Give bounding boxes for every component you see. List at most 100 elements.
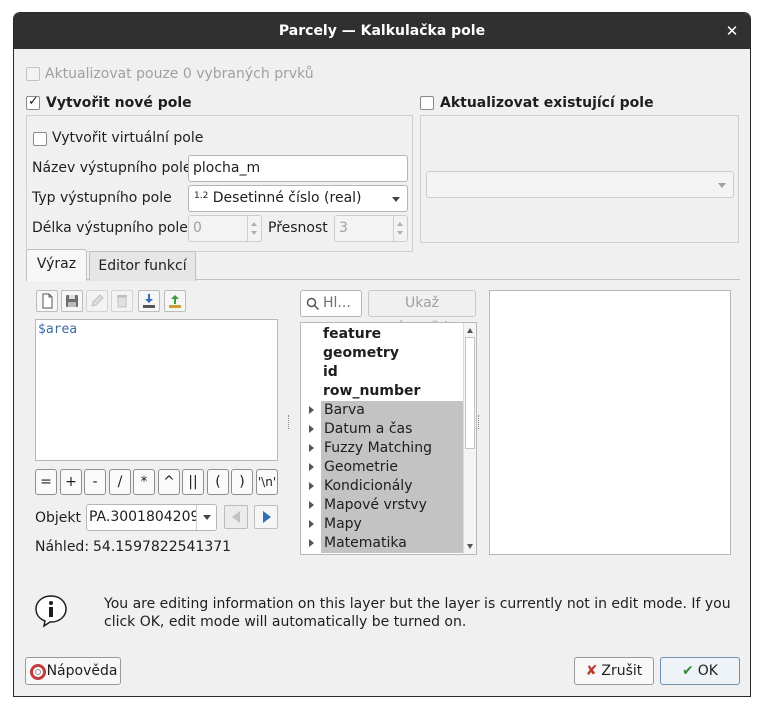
list-group-label: Geometrie bbox=[321, 458, 463, 477]
spin-up-icon bbox=[251, 222, 257, 226]
list-item-label: row_number bbox=[323, 383, 421, 399]
list-group[interactable]: Kondicionály bbox=[301, 477, 463, 496]
list-group-label: Mapové vrstvy bbox=[321, 496, 463, 515]
object-select[interactable]: PA.3001804209 bbox=[86, 504, 217, 531]
show-help-button[interactable]: Ukaž nápovědu bbox=[368, 290, 476, 336]
operator-multiply-button[interactable]: * bbox=[133, 469, 155, 495]
list-item-label: feature bbox=[323, 326, 382, 342]
import-button[interactable] bbox=[138, 290, 160, 312]
operator-open-paren-button[interactable]: ( bbox=[207, 469, 229, 495]
upload-icon bbox=[169, 295, 181, 308]
list-group[interactable]: Mapy bbox=[301, 515, 463, 534]
operator-power-button[interactable]: ^ bbox=[158, 469, 180, 495]
expression-editor[interactable]: $area bbox=[35, 319, 278, 461]
spin-down-icon bbox=[251, 231, 257, 235]
list-group-label: Kondicionály bbox=[321, 477, 463, 496]
expand-arrow-icon bbox=[309, 425, 314, 433]
operator-newline-button[interactable]: '\n' bbox=[256, 469, 278, 495]
operator-plus-button[interactable]: + bbox=[60, 469, 82, 495]
cancel-button[interactable]: ✘ Zrušit bbox=[574, 657, 654, 685]
new-file-button[interactable] bbox=[36, 290, 58, 312]
list-item[interactable]: feature bbox=[301, 325, 463, 344]
ok-button[interactable]: ✔ OK bbox=[660, 657, 740, 685]
list-group[interactable]: Geometrie bbox=[301, 458, 463, 477]
update-existing-field-checkbox[interactable] bbox=[420, 96, 434, 110]
ok-button-label: OK bbox=[697, 663, 718, 679]
splitter-handle[interactable] bbox=[478, 415, 481, 429]
precision-spinbox[interactable]: 3 bbox=[334, 215, 408, 242]
function-search-placeholder: Hl... bbox=[323, 295, 351, 311]
operator-concat-button[interactable]: || bbox=[182, 469, 204, 495]
save-button[interactable] bbox=[61, 290, 83, 312]
object-label: Objekt bbox=[35, 510, 82, 526]
next-feature-button[interactable] bbox=[254, 505, 278, 529]
spin-down-icon bbox=[397, 231, 403, 235]
close-icon[interactable]: ✕ bbox=[722, 13, 742, 49]
help-button[interactable]: Nápověda bbox=[25, 657, 121, 685]
function-help-panel bbox=[489, 290, 731, 555]
update-existing-field-label: Aktualizovat existující pole bbox=[440, 95, 654, 111]
list-group[interactable]: Mapové vrstvy bbox=[301, 496, 463, 515]
info-message: You are editing information on this laye… bbox=[104, 596, 731, 630]
chevron-down-icon bbox=[392, 197, 400, 202]
list-item[interactable]: geometry bbox=[301, 344, 463, 363]
download-icon bbox=[143, 294, 155, 308]
list-item-label: id bbox=[323, 364, 338, 380]
list-group-label: Barva bbox=[321, 401, 463, 420]
object-select-dropdown[interactable] bbox=[196, 505, 216, 530]
pencil-icon bbox=[91, 294, 104, 307]
length-spin-buttons[interactable] bbox=[247, 216, 261, 241]
precision-spin-buttons[interactable] bbox=[393, 216, 407, 241]
scroll-up-icon[interactable] bbox=[467, 328, 473, 333]
new-field-group: Vytvořit virtuální pole Název výstupního… bbox=[26, 115, 413, 252]
tab-expression[interactable]: Výraz bbox=[26, 249, 87, 281]
function-list[interactable]: feature geometry id row_number Barva Dat… bbox=[300, 322, 477, 555]
list-item[interactable]: id bbox=[301, 363, 463, 382]
list-group-label: Datum a čas bbox=[321, 420, 463, 439]
create-new-field-checkbox[interactable] bbox=[26, 94, 40, 110]
delete-button[interactable] bbox=[111, 290, 133, 312]
existing-field-select[interactable] bbox=[426, 171, 734, 198]
create-virtual-field-checkbox[interactable] bbox=[33, 132, 47, 146]
chevron-down-icon bbox=[203, 515, 211, 520]
output-field-length-spinbox[interactable]: 0 bbox=[188, 215, 262, 242]
expand-arrow-icon bbox=[309, 444, 314, 452]
real-type-icon: 1.2 bbox=[194, 191, 209, 201]
function-list-scrollbar[interactable] bbox=[463, 323, 476, 554]
output-field-type-value: Desetinné číslo (real) bbox=[212, 190, 362, 206]
expand-arrow-icon bbox=[309, 501, 314, 509]
function-search-input[interactable]: Hl... bbox=[300, 290, 362, 317]
output-field-name-input[interactable]: plocha_m bbox=[188, 155, 408, 182]
export-button[interactable] bbox=[164, 290, 186, 312]
lifebuoy-icon bbox=[30, 664, 46, 680]
tab-function-editor[interactable]: Editor funkcí bbox=[89, 251, 196, 281]
expression-text: $area bbox=[38, 322, 78, 337]
list-group[interactable]: Barva bbox=[301, 401, 463, 420]
scroll-down-icon[interactable] bbox=[467, 544, 473, 549]
splitter-handle[interactable] bbox=[288, 415, 291, 429]
cancel-button-label: Zrušit bbox=[601, 663, 643, 679]
expand-arrow-icon bbox=[309, 520, 314, 528]
output-field-type-label: Typ výstupního pole bbox=[32, 190, 172, 206]
scrollbar-thumb[interactable] bbox=[465, 337, 475, 449]
output-field-length-label: Délka výstupního pole bbox=[32, 220, 188, 236]
operator-minus-button[interactable]: - bbox=[84, 469, 106, 495]
output-field-type-select[interactable]: 1.2 Desetinné číslo (real) bbox=[188, 185, 408, 212]
operator-equals-button[interactable]: = bbox=[35, 469, 57, 495]
edit-button[interactable] bbox=[86, 290, 108, 312]
operator-close-paren-button[interactable]: ) bbox=[231, 469, 253, 495]
list-group-label: Matematika bbox=[321, 534, 463, 553]
list-group[interactable]: Datum a čas bbox=[301, 420, 463, 439]
list-item[interactable]: row_number bbox=[301, 382, 463, 401]
existing-field-group bbox=[420, 115, 739, 243]
preview-value: 54.1597822541371 bbox=[93, 539, 232, 555]
update-selected-checkbox[interactable] bbox=[26, 67, 40, 81]
previous-feature-button[interactable] bbox=[224, 505, 248, 529]
output-field-length-value: 0 bbox=[193, 220, 202, 236]
list-group[interactable]: Matematika bbox=[301, 534, 463, 553]
preview-label: Náhled: bbox=[35, 539, 90, 555]
arrow-right-icon bbox=[263, 511, 271, 523]
operator-divide-button[interactable]: / bbox=[109, 469, 131, 495]
update-selected-checkbox-row: Aktualizovat pouze 0 vybraných prvků bbox=[26, 66, 426, 86]
list-group[interactable]: Fuzzy Matching bbox=[301, 439, 463, 458]
